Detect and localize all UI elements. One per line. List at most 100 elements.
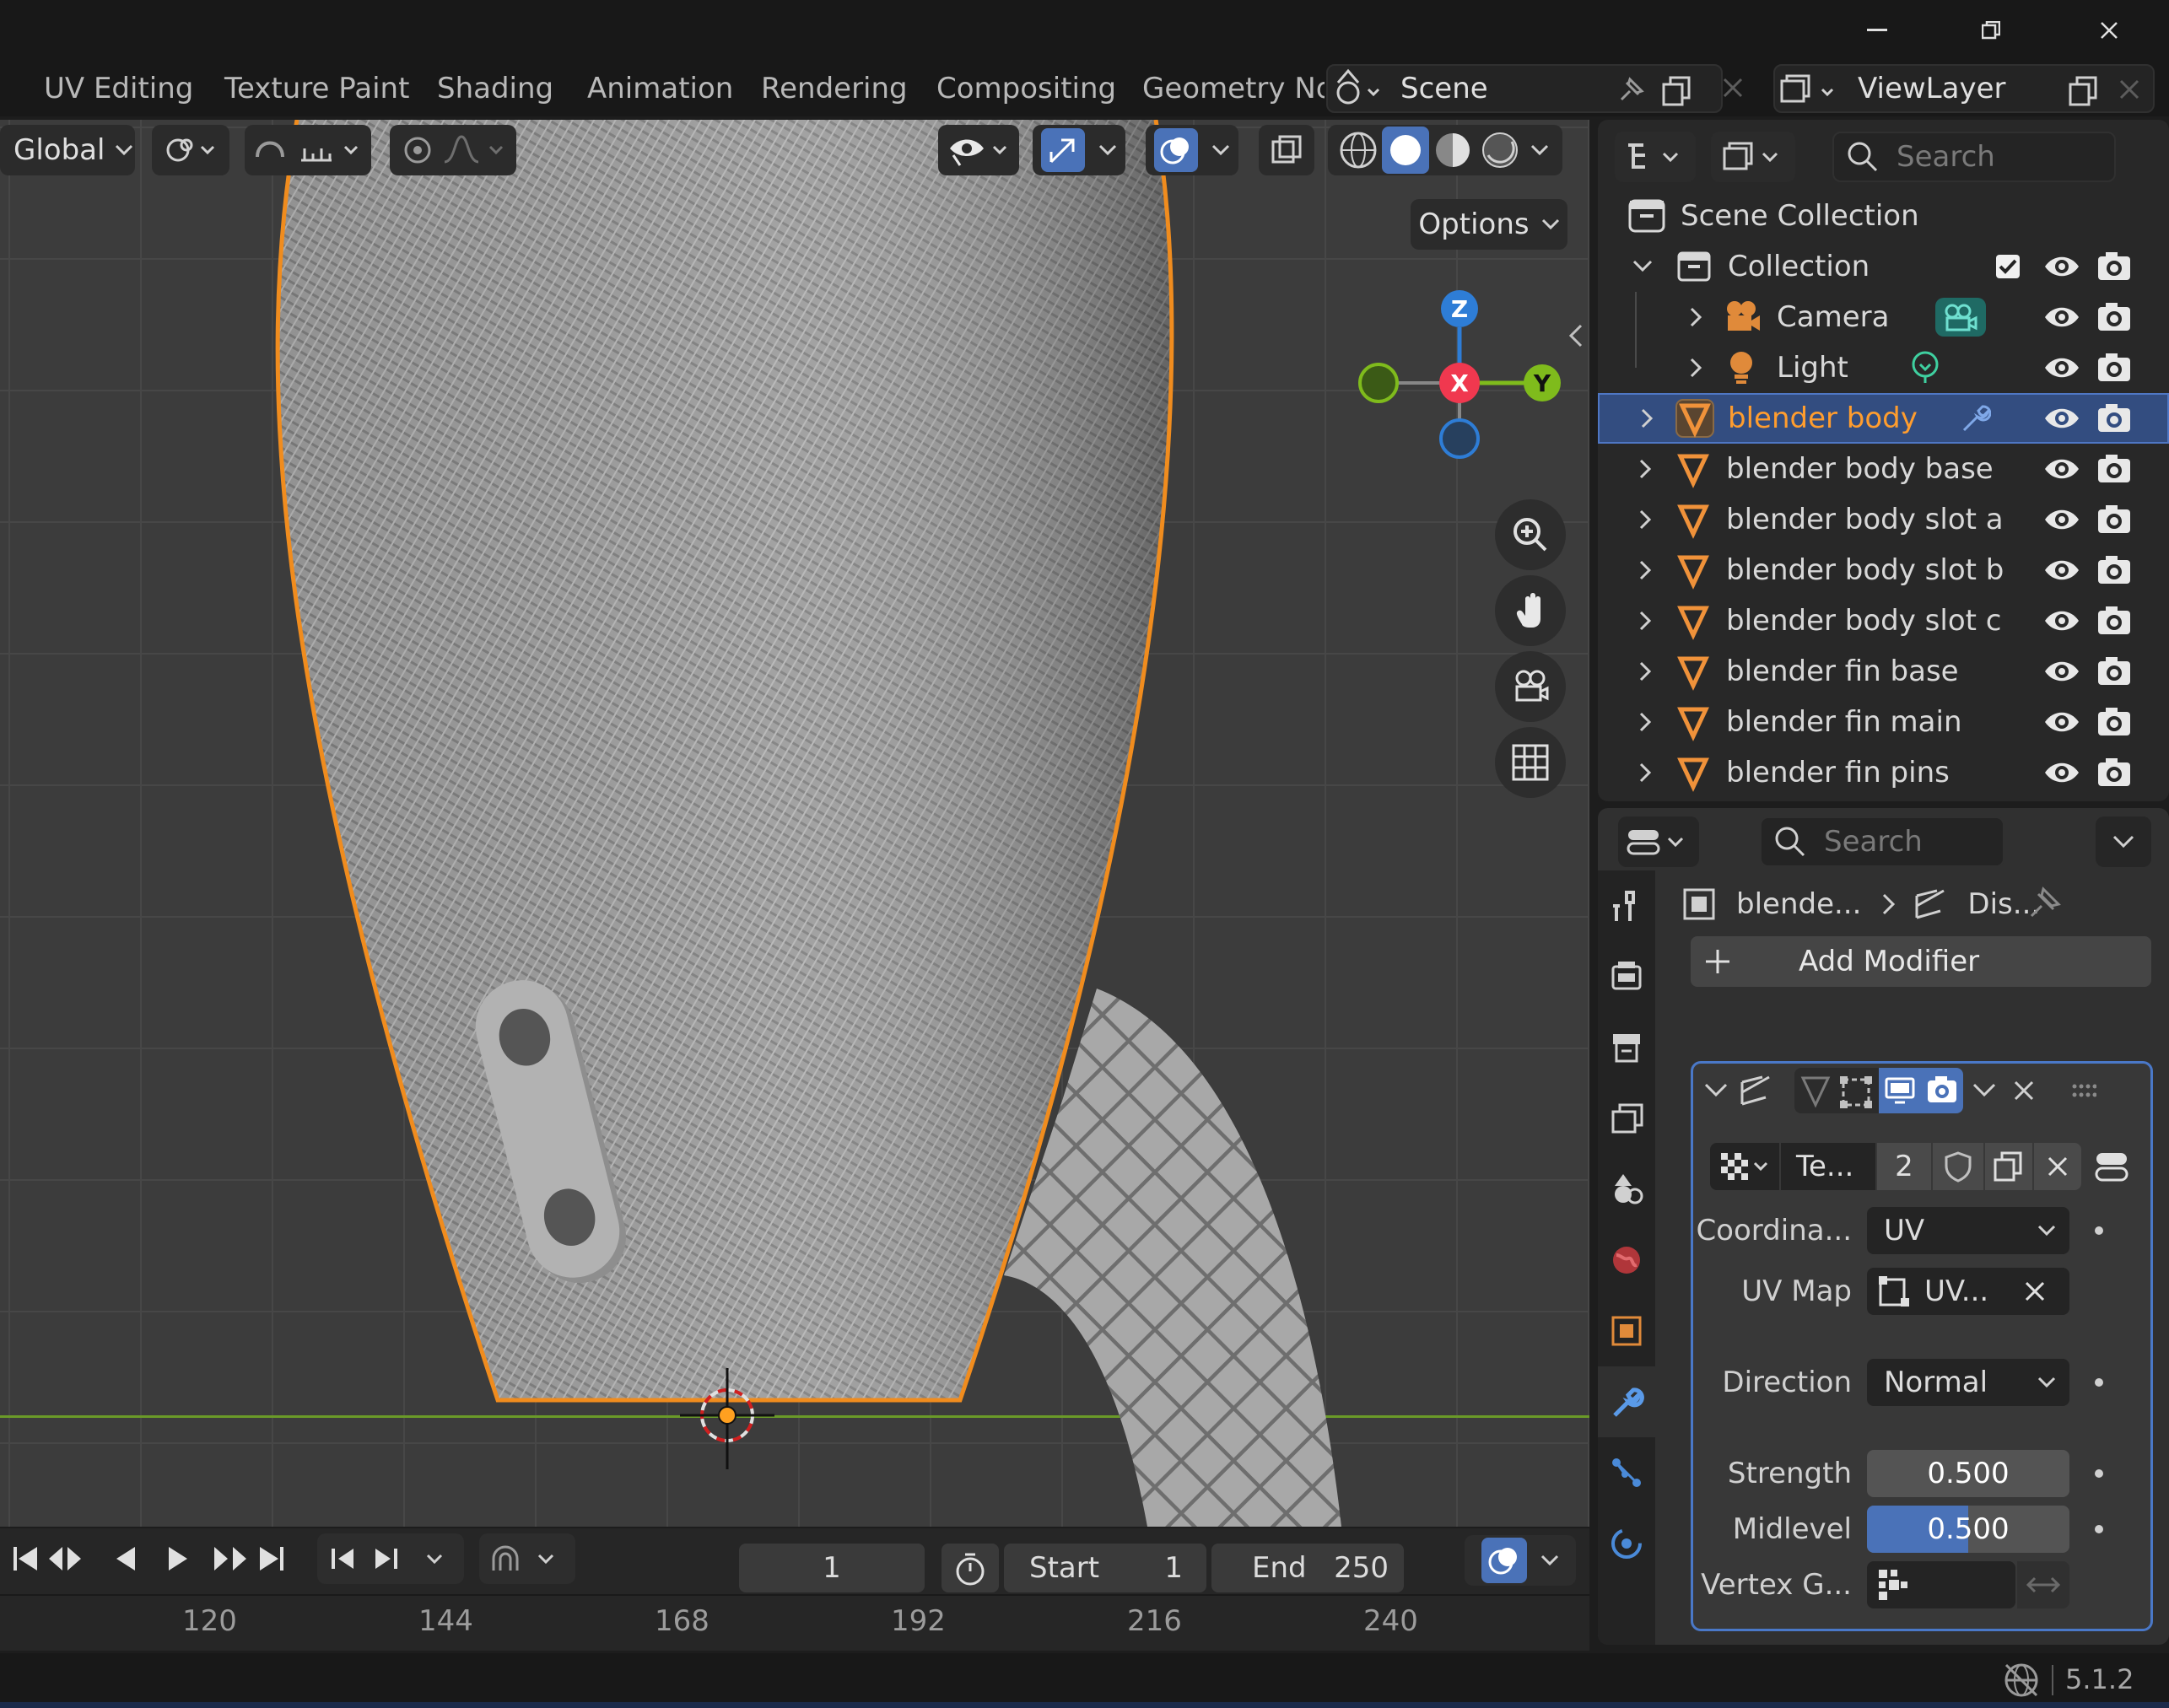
- tab-rendering[interactable]: Rendering: [741, 61, 928, 116]
- eye-icon[interactable]: [2043, 304, 2080, 330]
- strength-field[interactable]: 0.500: [1867, 1450, 2069, 1497]
- zoom-button[interactable]: [1495, 499, 1566, 570]
- pan-button[interactable]: [1495, 575, 1566, 646]
- camera-render-icon[interactable]: [2096, 707, 2133, 737]
- current-frame-field[interactable]: 1: [739, 1544, 925, 1592]
- wireframe-shading-icon[interactable]: [1335, 127, 1382, 174]
- tab-particles[interactable]: [1598, 1437, 1655, 1508]
- add-modifier-button[interactable]: Add Modifier: [1691, 936, 2151, 987]
- delete-scene-icon[interactable]: [1721, 76, 1745, 100]
- playback-controls[interactable]: [8, 1537, 299, 1581]
- keyframe-dot[interactable]: [2095, 1469, 2103, 1478]
- rendered-shading-icon[interactable]: [1476, 127, 1524, 174]
- eye-icon[interactable]: [2043, 659, 2080, 684]
- solid-shading-icon[interactable]: [1382, 127, 1429, 174]
- texture-browse-button[interactable]: [1710, 1143, 1779, 1190]
- checkbox-icon[interactable]: [1994, 253, 2021, 280]
- wrench-modifier-icon[interactable]: [1957, 401, 1991, 435]
- edit-mode-icon[interactable]: [1837, 1070, 1879, 1112]
- chevron-right-icon[interactable]: [1635, 660, 1657, 682]
- visibility-dropdown[interactable]: [938, 125, 1019, 175]
- eye-icon[interactable]: [2043, 709, 2080, 735]
- outliner-object-blender-body-base[interactable]: blender body base: [1598, 444, 2169, 494]
- outliner-object-blender-body[interactable]: blender body: [1598, 393, 2169, 444]
- transform-orientation-dropdown[interactable]: Global: [0, 125, 135, 175]
- playback-overlay-dropdown[interactable]: [1465, 1535, 1576, 1586]
- chevron-right-icon[interactable]: [1635, 559, 1657, 581]
- display-mode-dropdown[interactable]: [1615, 132, 1696, 182]
- pin-icon[interactable]: [2025, 886, 2062, 923]
- realtime-icon[interactable]: [1879, 1068, 1921, 1113]
- fake-user-button[interactable]: [1933, 1143, 1983, 1190]
- keyframe-dot[interactable]: [2095, 1378, 2103, 1387]
- end-frame-field[interactable]: End 250: [1211, 1544, 1404, 1592]
- snap-dropdown[interactable]: [245, 125, 371, 175]
- outliner-object-blender-body-slot-a[interactable]: blender body slot a: [1598, 494, 2169, 545]
- keyframe-dot[interactable]: [2095, 1226, 2103, 1235]
- keyframe-dot[interactable]: [2095, 1525, 2103, 1533]
- camera-render-icon[interactable]: [2096, 403, 2133, 434]
- invert-vertex-group-button[interactable]: [2017, 1561, 2069, 1608]
- chevron-right-icon[interactable]: [1637, 407, 1659, 429]
- modifier-visibility-toggles[interactable]: [1794, 1068, 1963, 1113]
- delete-view-layer-icon[interactable]: [2118, 78, 2141, 101]
- properties-options-dropdown[interactable]: [2096, 816, 2151, 867]
- outliner-object-blender-fin-base[interactable]: blender fin base: [1598, 646, 2169, 697]
- tab-world[interactable]: [1598, 1225, 1655, 1296]
- chevron-right-icon[interactable]: [1635, 458, 1657, 480]
- tab-geometry-nodes[interactable]: Geometry No: [1122, 61, 1325, 116]
- gizmo-toggle[interactable]: [1033, 125, 1125, 175]
- texture-properties-button[interactable]: [2088, 1143, 2135, 1190]
- tab-object[interactable]: [1598, 1296, 1655, 1366]
- chevron-right-icon[interactable]: [1635, 711, 1657, 733]
- clear-uvmap-icon[interactable]: [2024, 1280, 2046, 1302]
- xray-toggle[interactable]: [1259, 125, 1314, 175]
- midlevel-slider[interactable]: 0.500: [1867, 1506, 2069, 1553]
- camera-render-icon[interactable]: [2096, 757, 2133, 788]
- minimize-button[interactable]: [1818, 0, 1936, 61]
- outliner-object-blender-body-slot-c[interactable]: blender body slot c: [1598, 595, 2169, 646]
- camera-render-icon[interactable]: [2096, 353, 2133, 383]
- tab-physics[interactable]: [1598, 1508, 1655, 1579]
- chevron-right-icon[interactable]: [1635, 762, 1657, 784]
- outliner-search-input[interactable]: Search: [1832, 132, 2116, 182]
- 3d-viewport[interactable]: Global Options Z Y X: [0, 120, 1589, 1527]
- chevron-right-icon[interactable]: [1686, 357, 1708, 379]
- render-toggle-icon[interactable]: [1921, 1068, 1963, 1113]
- eye-icon[interactable]: [2043, 406, 2080, 431]
- camera-render-icon[interactable]: [2096, 606, 2133, 636]
- outliner-object-light[interactable]: Light: [1598, 342, 2169, 393]
- chevron-right-icon[interactable]: [1635, 610, 1657, 632]
- tab-render[interactable]: [1598, 941, 1655, 1012]
- navigation-gizmo[interactable]: Z Y X: [1350, 273, 1569, 484]
- collection-row[interactable]: Collection: [1598, 241, 2169, 292]
- edit-cage-icon[interactable]: [1794, 1070, 1837, 1112]
- chevron-down-icon[interactable]: [1632, 256, 1654, 277]
- outliner-object-blender-fin-pins[interactable]: blender fin pins: [1598, 747, 2169, 798]
- chevron-right-icon[interactable]: [1686, 306, 1708, 328]
- tab-tool[interactable]: [1598, 870, 1655, 941]
- camera-render-icon[interactable]: [2096, 251, 2133, 282]
- material-shading-icon[interactable]: [1429, 127, 1476, 174]
- chevron-down-icon[interactable]: [1703, 1081, 1729, 1100]
- outliner-object-blender-fin-main[interactable]: blender fin main: [1598, 697, 2169, 747]
- duplicate-scene-icon[interactable]: [1660, 74, 1694, 108]
- eye-icon[interactable]: [2043, 507, 2080, 532]
- chevron-right-icon[interactable]: [1635, 509, 1657, 531]
- camera-render-icon[interactable]: [2096, 656, 2133, 687]
- duplicate-texture-button[interactable]: [1985, 1143, 2032, 1190]
- ortho-toggle-button[interactable]: [1495, 727, 1566, 798]
- close-window-button[interactable]: [2050, 0, 2168, 61]
- shading-mode-group[interactable]: [1328, 125, 1562, 175]
- vertex-group-field[interactable]: [1867, 1561, 2015, 1608]
- tab-animation[interactable]: Animation: [567, 61, 753, 116]
- scene-selector[interactable]: Scene: [1326, 64, 1723, 113]
- eye-icon[interactable]: [2043, 760, 2080, 785]
- maximize-button[interactable]: [1932, 0, 2050, 61]
- eye-icon[interactable]: [2043, 608, 2080, 633]
- pin-icon[interactable]: [1615, 76, 1645, 106]
- tab-compositing[interactable]: Compositing: [916, 61, 1136, 116]
- properties-search-input[interactable]: Search: [1760, 816, 2004, 867]
- camera-render-icon[interactable]: [2096, 504, 2133, 535]
- camera-data-icon[interactable]: [1934, 296, 1988, 338]
